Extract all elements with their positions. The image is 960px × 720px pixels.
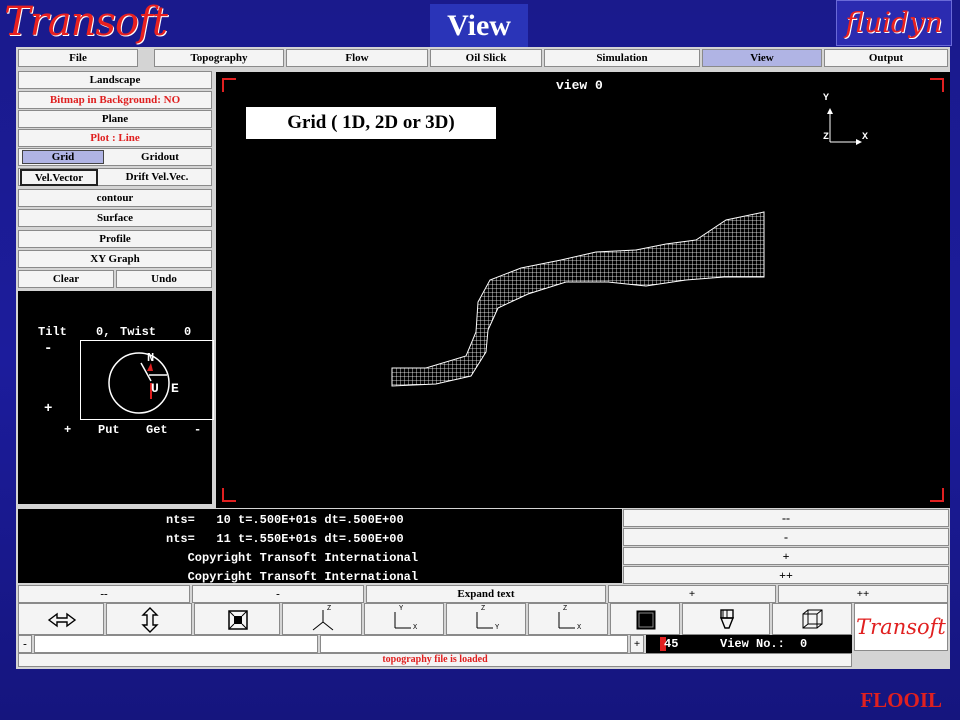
- cube-view-button[interactable]: [772, 603, 852, 635]
- clear-button[interactable]: Clear: [18, 270, 114, 288]
- text-scroll-fast-forward-button[interactable]: ++: [778, 585, 948, 603]
- zx-axes-icon: [558, 612, 575, 629]
- product-name: FLOOIL: [860, 688, 942, 712]
- twist-minus-button[interactable]: -: [194, 423, 201, 437]
- zoom-in-fast-button[interactable]: ++: [623, 566, 949, 584]
- zoom-out-button[interactable]: -: [623, 528, 949, 546]
- pan-vertical-button[interactable]: [106, 603, 192, 635]
- zy-z-label: Z: [481, 605, 486, 613]
- view-canvas[interactable]: view 0 Grid ( 1D, 2D or 3D) Y Z X: [216, 72, 950, 508]
- pan-horizontal-button[interactable]: [18, 603, 104, 635]
- output-log: nts= 10 t=.500E+01s dt=.500E+00 nts= 11 …: [18, 509, 622, 584]
- menu-output[interactable]: Output: [824, 49, 948, 67]
- zoom-in-button[interactable]: +: [623, 547, 949, 565]
- get-button[interactable]: Get: [146, 423, 168, 437]
- expand-text-button[interactable]: Expand text: [366, 585, 606, 603]
- menu-view[interactable]: View: [702, 49, 822, 67]
- text-scroll-back-button[interactable]: -: [192, 585, 364, 603]
- plane-button[interactable]: Plane: [18, 110, 212, 128]
- page-title: View: [430, 4, 528, 48]
- grid-button[interactable]: Grid: [22, 150, 104, 164]
- menu-flow[interactable]: Flow: [286, 49, 428, 67]
- put-button[interactable]: Put: [98, 423, 120, 437]
- river-grid-mesh: [391, 211, 765, 387]
- bitmap-background-toggle[interactable]: Bitmap in Background: NO: [18, 91, 212, 109]
- paint-brush-icon: [719, 609, 735, 629]
- undo-button[interactable]: Undo: [116, 270, 212, 288]
- menu-topography[interactable]: Topography: [154, 49, 284, 67]
- tilt-plus-button[interactable]: +: [44, 401, 52, 417]
- zy-y-label: Y: [495, 624, 500, 632]
- profile-button[interactable]: Profile: [18, 230, 212, 248]
- view-zy-button[interactable]: Z Y: [446, 603, 526, 635]
- filled-square-icon: [636, 610, 656, 630]
- twist-label: Twist: [120, 325, 157, 339]
- fill-button[interactable]: [610, 603, 680, 635]
- twist-plus-button[interactable]: +: [64, 423, 71, 437]
- xy-axes-icon: [394, 612, 411, 629]
- gridout-button[interactable]: Gridout: [108, 150, 212, 164]
- tilt-value: 0,: [96, 325, 111, 339]
- north-label: N: [147, 351, 155, 365]
- menu-simulation[interactable]: Simulation: [544, 49, 700, 67]
- zx-z-label: Z: [563, 605, 568, 613]
- tilt-minus-button[interactable]: -: [44, 341, 52, 357]
- view-iso-button[interactable]: Z: [282, 603, 362, 635]
- xy-x-label: X: [413, 624, 418, 632]
- menu-bar: File Topography Flow Oil Slick Simulatio…: [16, 47, 950, 69]
- status-readout: 45 View No.: 0: [646, 635, 852, 653]
- orientation-panel: Tilt 0, Twist 0 - + N U E + Put Get -: [18, 291, 214, 504]
- status-input-left[interactable]: [34, 635, 318, 653]
- tilt-label: Tilt: [38, 325, 67, 339]
- zoom-out-fast-button[interactable]: --: [623, 509, 949, 527]
- cube-icon: [802, 609, 823, 629]
- menu-file[interactable]: File: [18, 49, 138, 67]
- zy-axes-icon: [476, 612, 493, 629]
- text-scroll-fast-back-button[interactable]: --: [18, 585, 190, 603]
- drift-vel-vector-button[interactable]: Drift Vel.Vec.: [102, 169, 212, 185]
- up-label: U: [151, 381, 159, 396]
- iso-axes-icon: [312, 610, 334, 631]
- xy-graph-button[interactable]: XY Graph: [18, 250, 212, 268]
- status-plus-button[interactable]: +: [630, 635, 644, 653]
- view-zx-button[interactable]: Z X: [528, 603, 608, 635]
- contour-button[interactable]: contour: [18, 189, 212, 207]
- fluidyn-logo: fluidyn: [836, 0, 952, 46]
- landscape-button[interactable]: Landscape: [18, 71, 212, 89]
- menu-oil-slick[interactable]: Oil Slick: [430, 49, 542, 67]
- zx-x-label: X: [577, 624, 582, 632]
- app-window: File Topography Flow Oil Slick Simulatio…: [16, 47, 950, 669]
- compass-box[interactable]: N U E: [80, 340, 214, 420]
- status-input-mid[interactable]: [320, 635, 628, 653]
- status-value: 45: [664, 637, 679, 651]
- text-scroll-forward-button[interactable]: +: [608, 585, 776, 603]
- plot-type-toggle[interactable]: Plot : Line: [18, 129, 212, 147]
- transoft-small-logo: Transoft: [854, 603, 948, 651]
- zoom-box-icon: [228, 610, 248, 630]
- view-no-label: View No.:: [720, 637, 785, 651]
- paint-button[interactable]: [682, 603, 770, 635]
- surface-button[interactable]: Surface: [18, 209, 212, 227]
- status-message: topography file is loaded: [18, 653, 852, 667]
- vel-vector-button[interactable]: Vel.Vector: [20, 169, 98, 186]
- pan-horizontal-icon: [47, 612, 77, 628]
- status-minus-button[interactable]: -: [18, 635, 32, 653]
- zoom-box-button[interactable]: [194, 603, 280, 635]
- view-no-value: 0: [800, 637, 808, 651]
- twist-value: 0: [184, 325, 192, 339]
- transoft-logo: Transoft: [4, 0, 168, 45]
- iso-z-label: Z: [327, 605, 332, 613]
- east-label: E: [171, 381, 179, 396]
- view-xy-button[interactable]: Y X: [364, 603, 444, 635]
- pan-vertical-icon: [141, 607, 159, 633]
- xy-y-label: Y: [399, 605, 404, 613]
